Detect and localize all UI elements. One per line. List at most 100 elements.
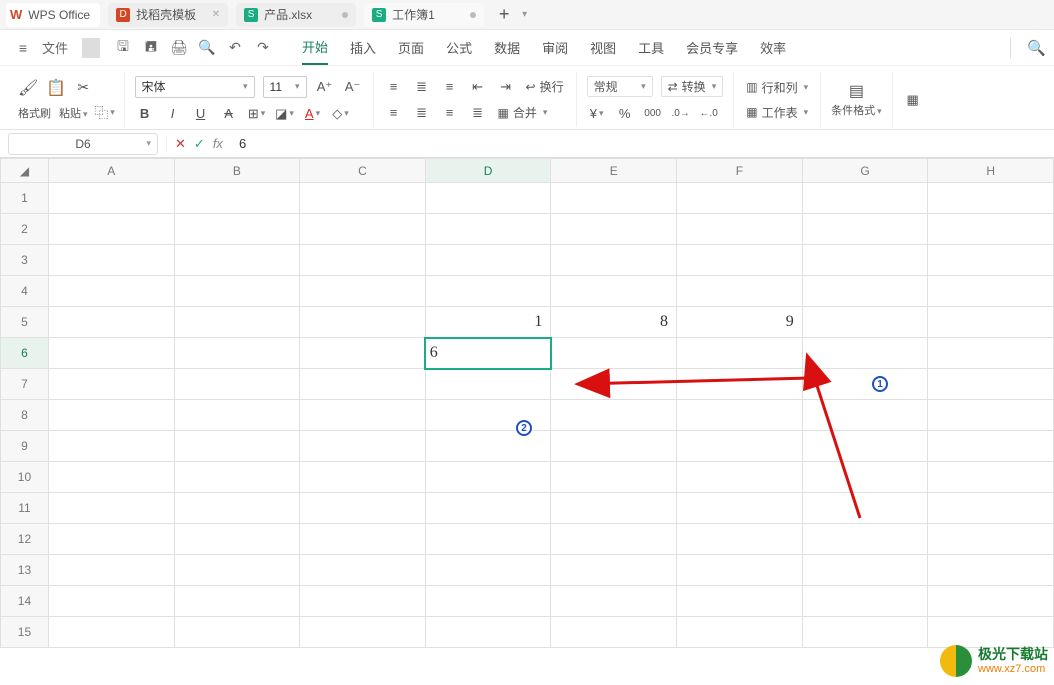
paste-label[interactable]: 粘贴 xyxy=(59,105,88,121)
font-color-icon[interactable]: A xyxy=(303,104,323,124)
select-all-corner[interactable]: ◢ xyxy=(1,159,49,183)
font-name-select[interactable]: 宋体 ▾ xyxy=(135,76,255,98)
redo-icon[interactable]: ↷ xyxy=(254,39,272,56)
worksheet-button[interactable]: ▦ 工作表 xyxy=(744,103,810,122)
fill-color-icon[interactable]: ◪ xyxy=(275,104,295,124)
tab-product-xlsx[interactable]: S 产品.xlsx xyxy=(236,3,356,27)
wrap-text-button[interactable]: ↩ 换行 xyxy=(524,77,566,96)
menu-icon[interactable]: ≡ xyxy=(14,40,32,56)
row-header[interactable]: 7 xyxy=(1,369,49,400)
align-right-icon[interactable]: ≡ xyxy=(440,103,460,123)
row-header[interactable]: 3 xyxy=(1,245,49,276)
close-icon[interactable]: ✕ xyxy=(212,9,220,20)
indent-dec-icon[interactable]: ⇤ xyxy=(468,77,488,97)
new-tab-button[interactable]: + xyxy=(492,3,516,27)
print-icon[interactable]: 🖨 xyxy=(170,39,188,56)
col-header-B[interactable]: B xyxy=(174,159,300,183)
preview-icon[interactable]: 🔍 xyxy=(198,39,216,56)
search-icon[interactable]: 🔍 xyxy=(1027,39,1046,57)
tab-template[interactable]: D 找稻壳模板 ✕ xyxy=(108,3,228,27)
row-header[interactable]: 14 xyxy=(1,586,49,617)
row-header[interactable]: 1 xyxy=(1,183,49,214)
cell-F5[interactable]: 9 xyxy=(677,307,803,338)
percent-icon[interactable]: % xyxy=(615,103,635,123)
merge-button[interactable]: ▦ 合并 xyxy=(496,103,550,122)
align-top-icon[interactable]: ≡ xyxy=(384,77,404,97)
align-bottom-icon[interactable]: ≡ xyxy=(440,77,460,97)
indent-inc-icon[interactable]: ⇥ xyxy=(496,77,516,97)
convert-button[interactable]: ⇄ 转换 xyxy=(661,76,724,97)
col-header-A[interactable]: A xyxy=(48,159,174,183)
menu-review[interactable]: 审阅 xyxy=(542,31,568,65)
bold-icon[interactable]: B xyxy=(135,104,155,124)
menu-start[interactable]: 开始 xyxy=(302,31,328,65)
row-header[interactable]: 12 xyxy=(1,524,49,555)
currency-icon[interactable]: ¥ xyxy=(587,103,607,123)
italic-icon[interactable]: I xyxy=(163,104,183,124)
thousands-icon[interactable]: 000 xyxy=(643,103,663,123)
file-menu[interactable]: 文件 xyxy=(42,38,68,57)
more-icon[interactable]: ▦ xyxy=(903,90,923,110)
justify-icon[interactable]: ≣ xyxy=(468,103,488,123)
menu-insert[interactable]: 插入 xyxy=(350,31,376,65)
row-header[interactable]: 4 xyxy=(1,276,49,307)
tab-workbook1[interactable]: S 工作簿1 xyxy=(364,3,484,27)
cell-E5[interactable]: 8 xyxy=(551,307,677,338)
row-header[interactable]: 9 xyxy=(1,431,49,462)
underline-icon[interactable]: U xyxy=(191,104,211,124)
menu-formula[interactable]: 公式 xyxy=(446,31,472,65)
cell-D6-editing[interactable]: 6 xyxy=(425,338,551,369)
grid-body[interactable]: 1 2 3 4 5 1 8 9 6 6 7 8 9 10 11 12 13 14… xyxy=(1,183,1054,648)
cut-icon[interactable]: ✂ xyxy=(74,79,92,97)
cond-format-button[interactable]: ▤ 条件格式 xyxy=(831,81,882,118)
decrease-font-icon[interactable]: A⁻ xyxy=(343,77,363,97)
font-size-select[interactable]: 11 ▾ xyxy=(263,76,307,98)
dec-decimal-icon[interactable]: ←.0 xyxy=(699,103,719,123)
undo-icon[interactable]: ↶ xyxy=(226,39,244,56)
row-header[interactable]: 11 xyxy=(1,493,49,524)
number-format-select[interactable]: 常规 ▾ xyxy=(587,76,653,97)
menu-view[interactable]: 视图 xyxy=(590,31,616,65)
menu-efficiency[interactable]: 效率 xyxy=(760,31,786,65)
inc-decimal-icon[interactable]: .0→ xyxy=(671,103,691,123)
fx-icon[interactable]: fx xyxy=(213,136,223,151)
row-header[interactable]: 2 xyxy=(1,214,49,245)
row-header[interactable]: 8 xyxy=(1,400,49,431)
menu-data[interactable]: 数据 xyxy=(494,31,520,65)
col-header-D[interactable]: D xyxy=(425,159,551,183)
menu-tools[interactable]: 工具 xyxy=(638,31,664,65)
save-as-icon[interactable]: 🖪 xyxy=(142,36,160,60)
menu-page[interactable]: 页面 xyxy=(398,31,424,65)
row-header[interactable]: 15 xyxy=(1,617,49,648)
row-header[interactable]: 5 xyxy=(1,307,49,338)
clear-format-icon[interactable]: ◇ xyxy=(331,104,351,124)
row-header[interactable]: 13 xyxy=(1,555,49,586)
confirm-icon[interactable]: ✓ xyxy=(194,136,205,152)
align-middle-icon[interactable]: ≣ xyxy=(412,77,432,97)
spreadsheet-grid[interactable]: ◢ A B C D E F G H 1 2 3 4 5 1 8 9 6 6 xyxy=(0,158,1054,648)
copy-icon[interactable]: ⿻ xyxy=(96,104,114,122)
increase-font-icon[interactable]: A⁺ xyxy=(315,77,335,97)
col-header-H[interactable]: H xyxy=(928,159,1054,183)
row-header[interactable]: 10 xyxy=(1,462,49,493)
col-header-F[interactable]: F xyxy=(677,159,803,183)
menu-member[interactable]: 会员专享 xyxy=(686,31,738,65)
align-center-icon[interactable]: ≣ xyxy=(412,103,432,123)
format-painter-button[interactable]: 🖌 xyxy=(18,78,38,98)
border-icon[interactable]: ⊞ xyxy=(247,104,267,124)
paste-button[interactable]: 📋 xyxy=(46,78,66,98)
col-header-G[interactable]: G xyxy=(802,159,928,183)
name-box-value: D6 xyxy=(75,137,90,151)
save-icon[interactable]: 🖫 xyxy=(114,36,132,60)
cell-D5[interactable]: 1 xyxy=(425,307,551,338)
align-left-icon[interactable]: ≡ xyxy=(384,103,404,123)
col-header-E[interactable]: E xyxy=(551,159,677,183)
cancel-icon[interactable]: ✕ xyxy=(175,136,186,152)
chevron-down-icon[interactable]: ▾ xyxy=(522,9,527,20)
rows-cols-button[interactable]: ▥ 行和列 xyxy=(744,78,810,97)
row-header[interactable]: 6 xyxy=(1,338,49,369)
name-box[interactable]: D6 ▾ xyxy=(8,133,158,155)
col-header-C[interactable]: C xyxy=(300,159,426,183)
strike-icon[interactable]: A xyxy=(219,104,239,124)
formula-input[interactable]: 6 xyxy=(231,136,1054,151)
